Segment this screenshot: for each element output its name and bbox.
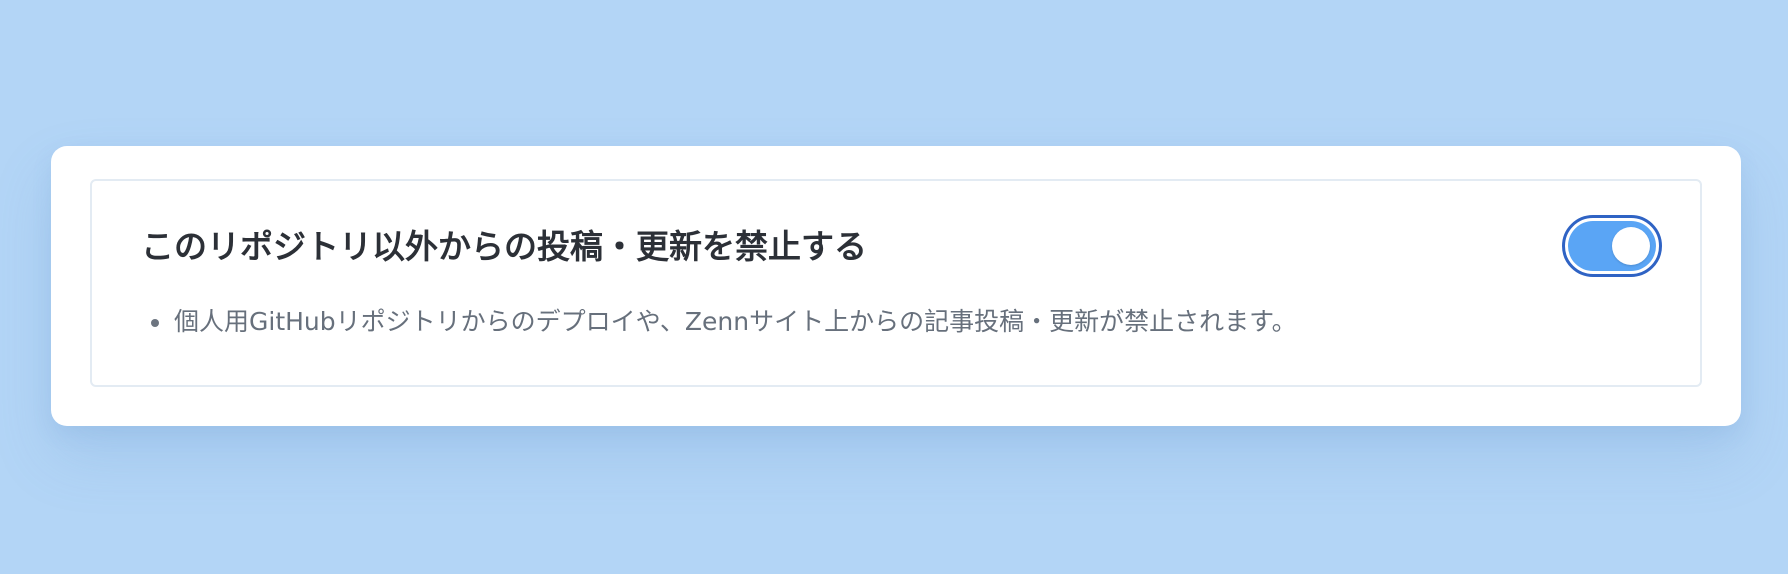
setting-row: このリポジトリ以外からの投稿・更新を禁止する 個人用GitHubリポジトリからの… [90, 179, 1702, 387]
settings-card: このリポジトリ以外からの投稿・更新を禁止する 個人用GitHubリポジトリからの… [51, 146, 1741, 426]
toggle-knob [1612, 227, 1650, 265]
setting-description: 個人用GitHubリポジトリからのデプロイや、Zennサイト上からの記事投稿・更… [174, 307, 1297, 336]
toggle-track [1568, 221, 1656, 271]
setting-title: このリポジトリ以外からの投稿・更新を禁止する [141, 227, 867, 266]
list-item: 個人用GitHubリポジトリからのデプロイや、Zennサイト上からの記事投稿・更… [151, 305, 1297, 339]
bullet-icon [151, 319, 159, 327]
restrict-posting-toggle[interactable] [1562, 215, 1662, 277]
setting-description-list: 個人用GitHubリポジトリからのデプロイや、Zennサイト上からの記事投稿・更… [151, 305, 1297, 339]
